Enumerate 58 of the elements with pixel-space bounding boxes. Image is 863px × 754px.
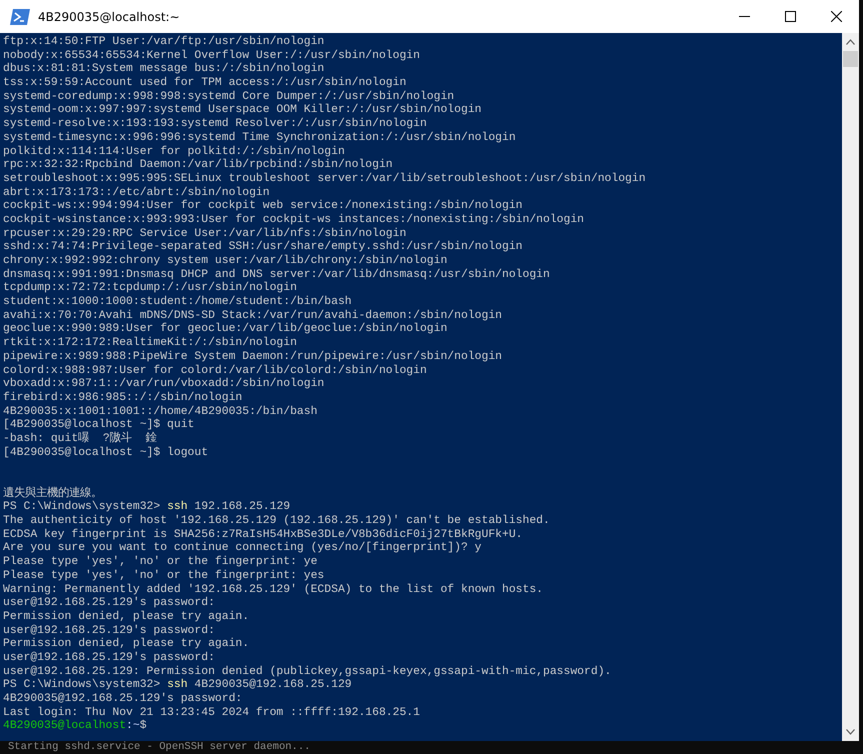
terminal-line: nobody:x:65534:65534:Kernel Overflow User:/:/usr/sbin/nologin	[3, 50, 421, 62]
terminal-line: avahi:x:70:70:Avahi mDNS/DNS-SD Stack:/var/run/avahi-daemon:/sbin/nologin	[3, 310, 503, 322]
terminal-line: dbus:x:81:81:System message bus:/:/sbin/nologin	[3, 63, 326, 76]
terminal-line: PS C:\Windows\system32> ssh 192.168.25.129	[3, 501, 292, 514]
terminal-line: Please type 'yes', 'no' or the fingerprint: ye	[3, 556, 318, 570]
terminal-line: ftp:x:14:50:FTP User:/var/ftp:/usr/sbin/nologin	[3, 36, 326, 50]
terminal-line: user@192.168.25.129: Permission denied (publickey,gssapi-keyex,gssapi-with-mic,password).	[3, 666, 612, 678]
terminal-line: user@192.168.25.129's password:	[3, 597, 216, 610]
terminal-line: -bash: quit嚗 ?隞斗 鍂	[3, 432, 158, 446]
window-title: 4B290035@localhost:~	[38, 10, 181, 24]
terminal-line: cockpit-wsinstance:x:993:993:User for cockpit-ws instances:/nonexisting:/sbin/nologin	[3, 214, 586, 228]
terminal-line: systemd-resolve:x:193:193:systemd Resolver:/:/usr/sbin/nologin	[3, 118, 428, 132]
terminal-line: colord:x:988:987:User for colord:/var/lib/colord:/sbin/nologin	[3, 364, 428, 378]
terminal-app-icon	[10, 8, 30, 24]
background-window-text: Starting sshd.service - OpenSSH server daemon...	[8, 741, 310, 754]
maximize-icon[interactable]	[784, 11, 796, 22]
terminal-line: vboxadd:x:987:1::/var/run/vboxadd:/sbin/nologin	[3, 378, 326, 392]
terminal-line: Permission denied, please try again.	[3, 610, 250, 624]
scroll-thumb[interactable]	[843, 51, 858, 67]
terminal-line: setroubleshoot:x:995:995:SELinux troubleshoot server:/var/lib/setroubleshoot:/usr/sbin/nologin	[3, 172, 647, 186]
terminal-line: 4B290035@192.168.25.129's password:	[3, 693, 244, 706]
terminal-line: systemd-coredump:x:998:998:systemd Core Dumper:/:/usr/sbin/nologin	[3, 90, 456, 104]
scroll-up-icon[interactable]	[846, 39, 855, 45]
terminal-line: The authenticity of host '192.168.25.129 (192.168.25.129)' can't be established.	[3, 515, 551, 528]
close-icon[interactable]	[830, 11, 842, 22]
terminal-line: PS C:\Windows\system32> ssh 4B290035@192.168.25.129	[3, 679, 353, 692]
terminal-line: pipewire:x:989:988:PipeWire System Daemon:/run/pipewire:/usr/sbin/nologin	[3, 350, 503, 364]
terminal-line: Warning: Permanently added '192.168.25.129' (ECDSA) to the list of known hosts.	[3, 584, 544, 596]
terminal-line: Please type 'yes', 'no' or the fingerprint: yes	[3, 570, 326, 584]
terminal-line: user@192.168.25.129's password:	[3, 624, 216, 638]
terminal-line: student:x:1000:1000:student:/home/student:/bin/bash	[3, 296, 353, 310]
terminal-line: tcpdump:x:72:72:tcpdump:/:/usr/sbin/nologin	[3, 282, 298, 296]
terminal-line: [4B290035@localhost ~]$ logout	[3, 446, 210, 460]
terminal-line: systemd-timesync:x:996:996:systemd Time Synchronization:/:/usr/sbin/nologin	[3, 132, 517, 146]
terminal-line: 4B290035:x:1001:1001::/home/4B290035:/bin/bash	[3, 406, 318, 418]
terminal-line: cockpit-ws:x:994:994:User for cockpit web service:/nonexisting:/sbin/nologin	[3, 200, 524, 214]
terminal-line: [4B290035@localhost ~]$ quit	[3, 419, 196, 432]
scrollbar[interactable]	[842, 33, 859, 741]
terminal-line: firebird:x:986:985::/:/sbin/nologin	[3, 392, 244, 406]
terminal-line: Are you sure you want to continue connecting (yes/no/[fingerprint])? y	[3, 542, 482, 556]
terminal-line: rtkit:x:172:172:RealtimeKit:/:/sbin/nologin	[3, 337, 298, 350]
shell-prompt: 4B290035@localhost:~$	[3, 720, 148, 734]
terminal-line: rpcuser:x:29:29:RPC Service User:/var/lib/nfs:/sbin/nologin	[3, 228, 408, 240]
terminal-line: Permission denied, please try again.	[3, 638, 250, 652]
terminal-line: user@192.168.25.129's password:	[3, 652, 216, 666]
terminal-line: abrt:x:173:173::/etc/abrt:/sbin/nologin	[3, 186, 271, 200]
terminal-line: systemd-oom:x:997:997:systemd Userspace OOM Killer:/:/usr/sbin/nologin	[3, 104, 482, 118]
terminal-line: sshd:x:74:74:Privilege-separated SSH:/usr/share/empty.sshd:/usr/sbin/nologin	[3, 241, 524, 254]
terminal-line: polkitd:x:114:114:User for polkitd:/:/sbin/nologin	[3, 146, 346, 158]
terminal-line: dnsmasq:x:991:991:Dnsmasq DHCP and DNS server:/var/lib/dnsmasq:/usr/sbin/nologin	[3, 268, 551, 282]
terminal-line: chrony:x:992:992:chrony system user:/var/lib/chrony:/sbin/nologin	[3, 255, 448, 268]
scroll-down-icon[interactable]	[846, 729, 855, 735]
terminal-line: 遺失與主機的連線。	[3, 488, 103, 500]
terminal-line: geoclue:x:990:989:User for geoclue:/var/lib/geoclue:/sbin/nologin	[3, 323, 448, 336]
terminal-line: rpc:x:32:32:Rpcbind Daemon:/var/lib/rpcbind:/sbin/nologin	[3, 159, 394, 172]
terminal-line: tss:x:59:59:Account used for TPM access:/:/usr/sbin/nologin	[3, 77, 408, 90]
terminal-line: ECDSA key fingerprint is SHA256:z7RaIsH54HxBSe3DLe/V8b36dicF0ij27tBkRgUFk+U.	[3, 528, 524, 542]
terminal-line: Last login: Thu Nov 21 13:23:45 2024 from ::ffff:192.168.25.1	[3, 706, 421, 720]
